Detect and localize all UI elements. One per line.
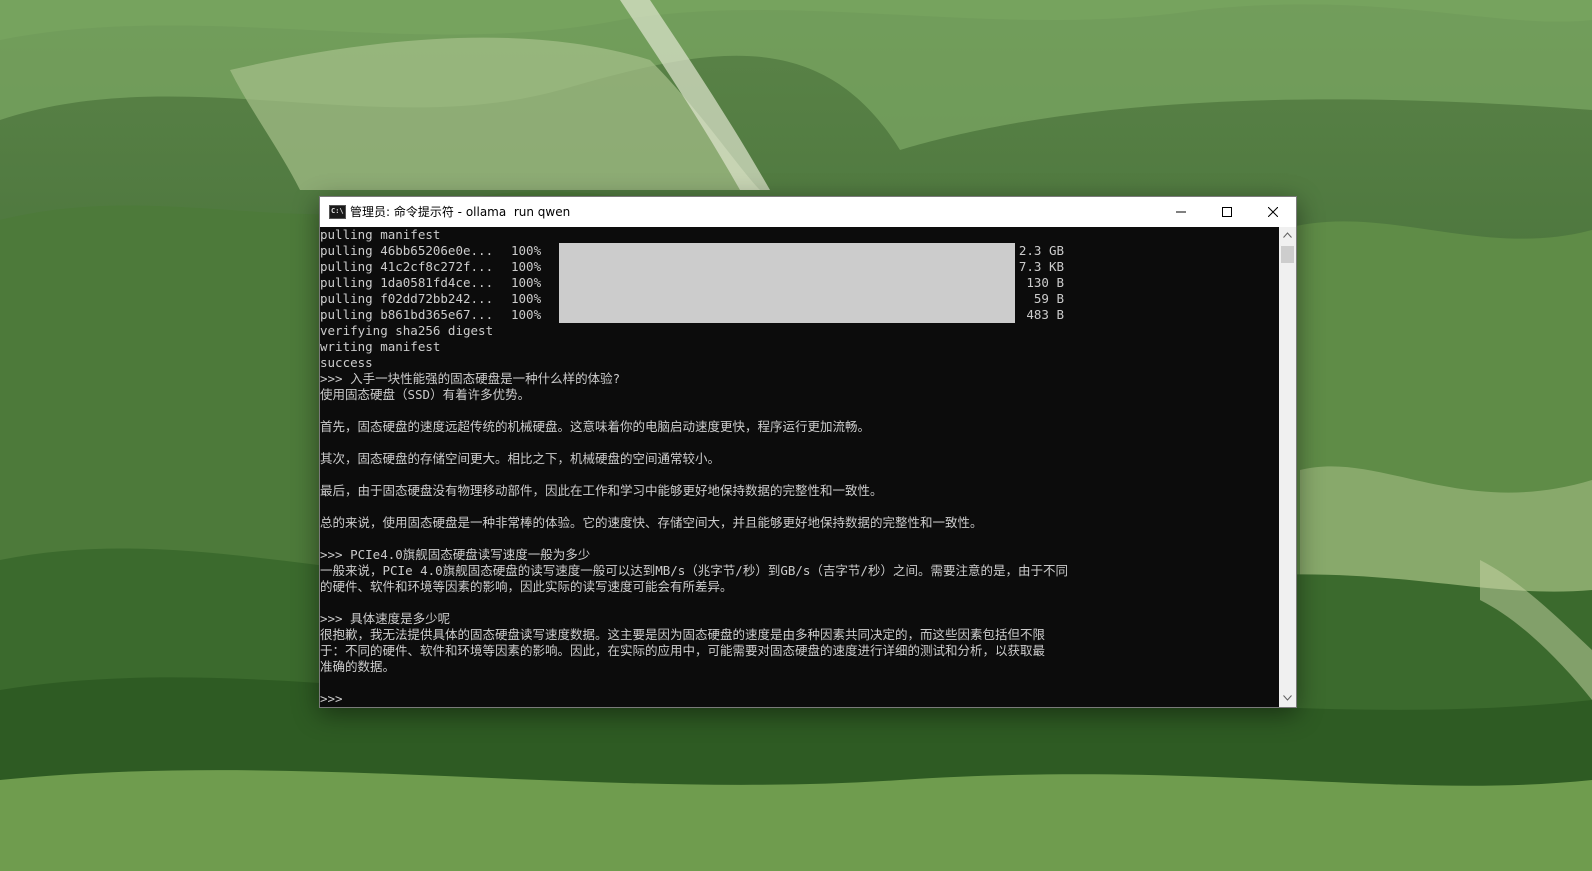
close-button[interactable] xyxy=(1250,197,1296,227)
pull-size: 7.3 KB xyxy=(1018,259,1064,274)
cmd-icon-glyph: C:\ xyxy=(331,207,344,215)
pull-percent: 100% xyxy=(511,307,542,322)
pull-percent: 100% xyxy=(511,291,542,306)
response-line: 首先，固态硬盘的速度远超传统的机械硬盘。这意味着你的电脑启动速度更快，程序运行更… xyxy=(320,419,871,434)
response-line: 很抱歉，我无法提供具体的固态硬盘读写速度数据。这主要是因为固态硬盘的速度是由多种… xyxy=(320,627,1046,642)
minimize-button[interactable] xyxy=(1158,197,1204,227)
progress-bar-fill xyxy=(559,243,1015,259)
progress-bar-fill xyxy=(559,307,1015,323)
user-prompt-line: >>> 入手一块性能强的固态硬盘是一种什么样的体验? xyxy=(320,371,621,386)
pull-row: pulling 41c2cf8c272f... 100% 7.3 KB xyxy=(320,259,1080,275)
pull-percent: 100% xyxy=(511,275,542,290)
cmd-icon[interactable]: C:\ xyxy=(329,205,346,219)
progress-bar-fill xyxy=(559,259,1015,275)
pull-layer-id: pulling f02dd72bb242... xyxy=(320,291,494,306)
user-prompt-line: >>> 具体速度是多少呢 xyxy=(320,611,451,626)
close-icon xyxy=(1268,207,1278,217)
vertical-scrollbar[interactable] xyxy=(1279,227,1296,707)
response-line: 总的来说，使用固态硬盘是一种非常棒的体验。它的速度快、存储空间大，并且能够更好地… xyxy=(320,515,983,530)
response-line: 准确的数据。 xyxy=(320,659,396,674)
pull-size: 130 B xyxy=(1026,275,1064,290)
pull-size: 483 B xyxy=(1026,307,1064,322)
progress-bar xyxy=(559,259,1015,275)
pull-layer-id: pulling 1da0581fd4ce... xyxy=(320,275,494,290)
progress-bar xyxy=(559,291,1015,307)
console-line: success xyxy=(320,355,373,370)
progress-bar xyxy=(559,243,1015,259)
progress-bar xyxy=(559,275,1015,291)
console-output[interactable]: pulling manifest pulling 46bb65206e0e...… xyxy=(320,227,1279,707)
pull-size: 59 B xyxy=(1033,291,1064,306)
user-prompt-line: >>> PCIe4.0旗舰固态硬盘读写速度一般为多少 xyxy=(320,547,591,562)
console-line: writing manifest xyxy=(320,339,441,354)
pull-size: 2.3 GB xyxy=(1018,243,1064,258)
response-line: 使用固态硬盘（SSD）有着许多优势。 xyxy=(320,387,531,402)
minimize-icon xyxy=(1176,211,1186,213)
pull-row: pulling f02dd72bb242... 100% 59 B xyxy=(320,291,1080,307)
response-line: 于：不同的硬件、软件和环境等因素的影响。因此，在实际的应用中，可能需要对固态硬盘… xyxy=(320,643,1046,658)
maximize-button[interactable] xyxy=(1204,197,1250,227)
pull-row: pulling b861bd365e67... 100% 483 B xyxy=(320,307,1080,323)
console-line: pulling manifest xyxy=(320,227,441,242)
pull-layer-id: pulling 46bb65206e0e... xyxy=(320,243,494,258)
maximize-icon xyxy=(1222,207,1232,217)
console-line: verifying sha256 digest xyxy=(320,323,494,338)
scrollbar-thumb[interactable] xyxy=(1281,246,1294,263)
scroll-down-button[interactable] xyxy=(1279,690,1296,707)
progress-bar xyxy=(559,307,1015,323)
response-line: 一般来说，PCIe 4.0旗舰固态硬盘的读写速度一般可以达到MB/s（兆字节/秒… xyxy=(320,563,1068,578)
command-prompt-window[interactable]: C:\ 管理员: 命令提示符 - ollama run qwen pulling… xyxy=(319,196,1297,708)
pull-percent: 100% xyxy=(511,259,542,274)
pull-layer-id: pulling 41c2cf8c272f... xyxy=(320,259,494,274)
pull-percent: 100% xyxy=(511,243,542,258)
chevron-up-icon xyxy=(1283,232,1292,238)
progress-bar-fill xyxy=(559,275,1015,291)
pull-layer-id: pulling b861bd365e67... xyxy=(320,307,494,322)
progress-bar-fill xyxy=(559,291,1015,307)
window-title: 管理员: 命令提示符 - ollama run qwen xyxy=(350,205,571,219)
response-line: 的硬件、软件和环境等因素的影响，因此实际的读写速度可能会有所差异。 xyxy=(320,579,733,594)
title-bar[interactable]: C:\ 管理员: 命令提示符 - ollama run qwen xyxy=(320,197,1296,227)
scroll-up-button[interactable] xyxy=(1279,227,1296,244)
pull-row: pulling 1da0581fd4ce... 100% 130 B xyxy=(320,275,1080,291)
chevron-down-icon xyxy=(1283,695,1292,701)
pull-row: pulling 46bb65206e0e... 100% 2.3 GB xyxy=(320,243,1080,259)
response-line: 其次，固态硬盘的存储空间更大。相比之下，机械硬盘的空间通常较小。 xyxy=(320,451,721,466)
response-line: 最后，由于固态硬盘没有物理移动部件，因此在工作和学习中能够更好地保持数据的完整性… xyxy=(320,483,883,498)
input-prompt[interactable]: >>> xyxy=(320,691,350,707)
